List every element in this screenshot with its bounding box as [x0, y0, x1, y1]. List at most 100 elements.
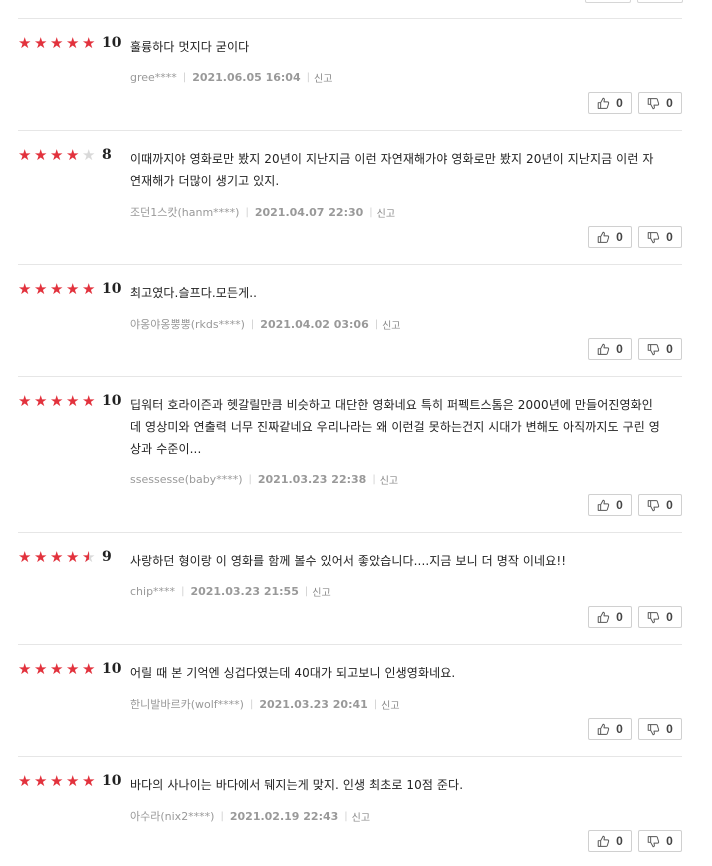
- username[interactable]: chip****: [130, 585, 175, 598]
- like-count: 0: [616, 610, 623, 624]
- report-link[interactable]: 신고: [377, 205, 395, 220]
- vote-buttons: 0 0: [588, 92, 682, 114]
- rating: ★ ★ ★ ★ ★ 8: [18, 146, 112, 164]
- dislike-count: 0: [666, 96, 673, 110]
- thumb-up-icon: [597, 97, 610, 109]
- divider: [18, 532, 682, 533]
- star-icon: ★: [18, 547, 32, 566]
- review-meta: chip**** | 2021.03.23 21:55 | 신고: [130, 584, 331, 599]
- review-date: 2021.03.23 21:55: [190, 585, 299, 598]
- report-link[interactable]: 신고: [380, 472, 398, 487]
- review-date: 2021.03.23 22:38: [257, 473, 367, 486]
- review-comment: 최고였다.슬프다.모든게..: [130, 286, 258, 300]
- report-link[interactable]: 신고: [352, 809, 370, 824]
- divider: [18, 130, 682, 131]
- dislike-button[interactable]: 0: [638, 718, 682, 740]
- like-button[interactable]: 0: [588, 226, 632, 248]
- star-icon: ★: [66, 659, 80, 678]
- report-link[interactable]: 신고: [381, 697, 399, 712]
- star-icon: ★: [50, 547, 64, 566]
- previous-review-tail: [0, 0, 712, 20]
- like-button[interactable]: 0: [588, 338, 632, 360]
- review-meta: 조던1스캇(hanm****) | 2021.04.07 22:30 | 신고: [130, 204, 395, 220]
- star-icon: ★: [82, 33, 96, 52]
- username[interactable]: gree****: [130, 71, 177, 84]
- review-comment: 바다의 사나이는 바다에서 뒈지는게 맞지. 인생 최초로 10점 준다.: [130, 778, 464, 792]
- star-icon: ★: [82, 549, 97, 565]
- star-icon: ★: [66, 33, 80, 52]
- dislike-button[interactable]: 0: [638, 830, 682, 852]
- report-link[interactable]: 신고: [312, 584, 330, 599]
- star-icon: ★: [18, 279, 32, 298]
- star-rating: ★ ★ ★ ★ ★: [18, 391, 97, 410]
- vote-buttons: 0 0: [588, 338, 682, 360]
- review-meta: 아수라(nix2****) | 2021.02.19 22:43 | 신고: [130, 808, 370, 824]
- star-icon: ★: [82, 659, 96, 678]
- separator: |: [245, 206, 249, 218]
- star-icon: ★: [66, 771, 80, 790]
- like-button[interactable]: 0: [588, 92, 632, 114]
- dislike-count: 0: [666, 834, 673, 848]
- review-comment: 훌륭하다 멋지다 굳이다: [130, 40, 250, 54]
- like-button[interactable]: 0: [588, 494, 632, 516]
- star-icon: ★: [34, 391, 48, 410]
- like-button[interactable]: 0: [588, 718, 632, 740]
- star-icon: ★: [34, 547, 48, 566]
- review-meta: ssessesse(baby****) | 2021.03.23 22:38 |…: [130, 472, 398, 487]
- divider: [18, 376, 682, 377]
- username[interactable]: 야옹야옹뿡뿡(rkds****): [130, 316, 245, 332]
- like-count: 0: [616, 96, 623, 110]
- vote-buttons: 0 0: [588, 718, 682, 740]
- rating: ★ ★ ★ ★ ★ 10: [18, 280, 121, 298]
- dislike-count: 0: [666, 342, 673, 356]
- rating: ★★★★★ 9: [18, 548, 112, 566]
- dislike-count: 0: [666, 610, 673, 624]
- review-meta: 야옹야옹뿡뿡(rkds****) | 2021.04.02 03:06 | 신고: [130, 316, 401, 332]
- like-button[interactable]: 0: [588, 606, 632, 628]
- star-icon: ★: [82, 391, 96, 410]
- report-link[interactable]: 신고: [314, 70, 332, 85]
- separator: |: [344, 810, 348, 822]
- star-icon: ★: [34, 279, 48, 298]
- star-icon: ★: [18, 771, 32, 790]
- separator: |: [304, 586, 309, 597]
- username[interactable]: 한니발바르카(wolf****): [130, 696, 244, 712]
- star-icon: ★: [66, 279, 80, 298]
- like-count: 0: [616, 342, 623, 356]
- rating: ★ ★ ★ ★ ★ 10: [18, 34, 121, 52]
- username[interactable]: 아수라(nix2****): [130, 808, 214, 824]
- star-rating: ★ ★ ★ ★ ★: [18, 771, 97, 790]
- report-link[interactable]: 신고: [382, 317, 400, 332]
- dislike-button[interactable]: 0: [638, 494, 682, 516]
- thumb-down-icon: [647, 611, 660, 623]
- username[interactable]: ssessesse(baby****): [130, 473, 243, 486]
- star-icon: ★: [34, 145, 48, 164]
- star-icon: ★: [50, 279, 64, 298]
- username[interactable]: 조던1스캇(hanm****): [130, 204, 239, 220]
- star-icon: ★: [66, 547, 80, 566]
- divider: [18, 644, 682, 645]
- star-icon: ★: [18, 145, 32, 164]
- dislike-button[interactable]: 0: [638, 338, 682, 360]
- separator: |: [306, 72, 310, 83]
- separator: |: [369, 206, 373, 218]
- star-icon: ★: [50, 771, 64, 790]
- review-date: 2021.06.05 16:04: [192, 71, 301, 84]
- star-icon: ★: [18, 391, 32, 410]
- star-icon: ★: [18, 659, 32, 678]
- like-button[interactable]: 0: [588, 830, 632, 852]
- star-icon: ★: [50, 659, 64, 678]
- star-icon: ★: [66, 145, 80, 164]
- thumb-up-icon: [597, 835, 610, 847]
- previous-like-button[interactable]: [585, 0, 631, 3]
- previous-dislike-button[interactable]: [637, 0, 683, 3]
- review-date: 2021.04.07 22:30: [254, 205, 364, 219]
- dislike-button[interactable]: 0: [638, 606, 682, 628]
- like-count: 0: [616, 230, 623, 244]
- score: 10: [102, 393, 122, 409]
- dislike-button[interactable]: 0: [638, 226, 682, 248]
- like-count: 0: [616, 722, 623, 736]
- dislike-count: 0: [666, 498, 673, 512]
- star-icon: ★: [82, 279, 96, 298]
- dislike-button[interactable]: 0: [638, 92, 682, 114]
